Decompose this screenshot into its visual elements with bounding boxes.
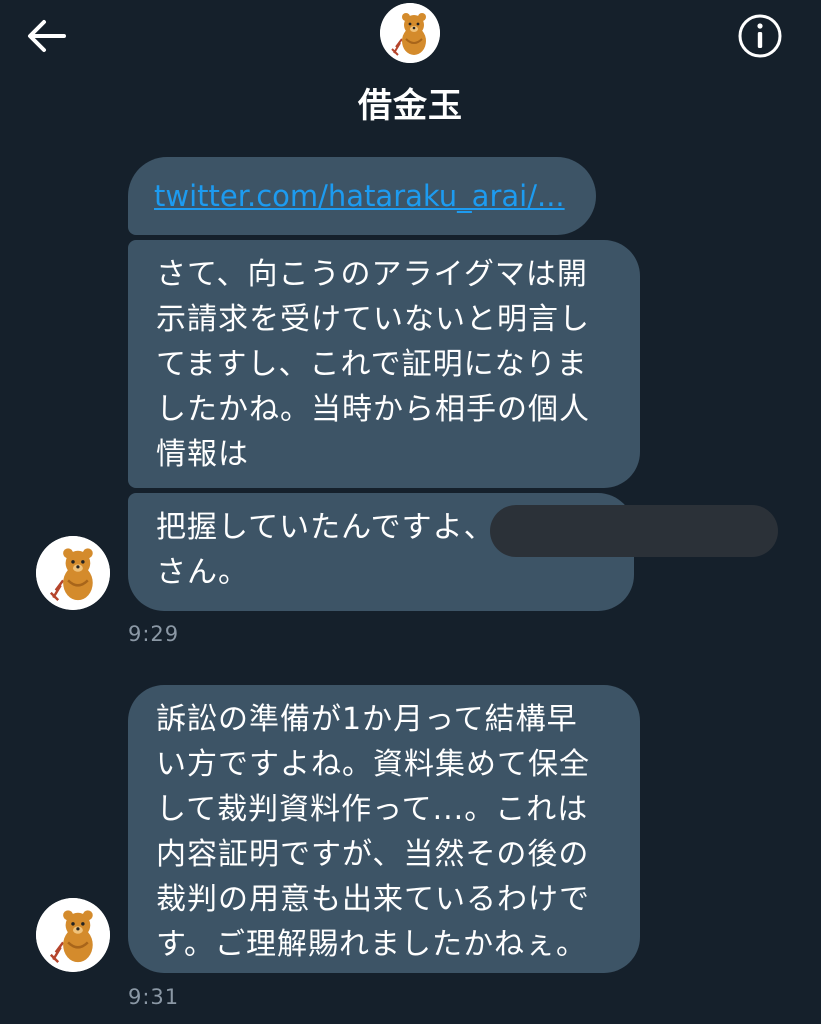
- dm-conversation: 借金玉 twitter.com/hataraku_arai/... さて、向こう…: [0, 0, 821, 1024]
- message-link[interactable]: twitter.com/hataraku_arai/...: [154, 179, 565, 213]
- message-bubble-link: twitter.com/hataraku_arai/...: [128, 157, 596, 235]
- conversation-header: 借金玉: [0, 0, 821, 140]
- message-text-line: 示請求を受けていないと明言し: [156, 302, 590, 337]
- message-text-line: い方ですよね。資料集めて保全: [156, 747, 590, 782]
- message-bubble-3: 訴訟の準備が1か月って結構早 い方ですよね。資料集めて保全 して裁判資料作って.…: [128, 685, 640, 973]
- back-button[interactable]: [22, 12, 70, 60]
- info-icon: [738, 14, 782, 58]
- message-text-line: 情報は: [156, 437, 249, 472]
- message-text-line: したかね。当時から相手の個人: [156, 392, 590, 427]
- message-text-line: して裁判資料作って...。これは: [156, 792, 589, 827]
- message-text-line: す。ご理解賜れましたかねぇ。: [156, 927, 587, 962]
- message-text-line: 訴訟の準備が1か月って結構早: [156, 702, 578, 737]
- bear-avatar-icon: [36, 536, 110, 610]
- bear-avatar-icon: [36, 898, 110, 972]
- message-timestamp: 9:29: [128, 622, 180, 646]
- sender-avatar[interactable]: [36, 536, 110, 610]
- message-text-line: 内容証明ですが、当然その後の: [156, 837, 590, 872]
- message-timestamp: 9:31: [128, 985, 180, 1009]
- redaction-mark: [490, 505, 778, 557]
- message-text-line: てますし、これで証明になりま: [156, 347, 588, 382]
- info-button[interactable]: [734, 10, 786, 62]
- arrow-left-icon: [28, 20, 66, 52]
- message-bubble-1: さて、向こうのアライグマは開 示請求を受けていないと明言し てますし、これで証明…: [128, 240, 640, 488]
- message-text-line: 裁判の用意も出来ているわけで: [156, 882, 590, 917]
- conversation-title: 借金玉: [358, 86, 463, 126]
- sender-avatar[interactable]: [36, 898, 110, 972]
- bear-avatar-icon: [380, 3, 440, 63]
- message-text-line: さて、向こうのアライグマは開: [156, 257, 588, 292]
- header-avatar[interactable]: [380, 3, 440, 63]
